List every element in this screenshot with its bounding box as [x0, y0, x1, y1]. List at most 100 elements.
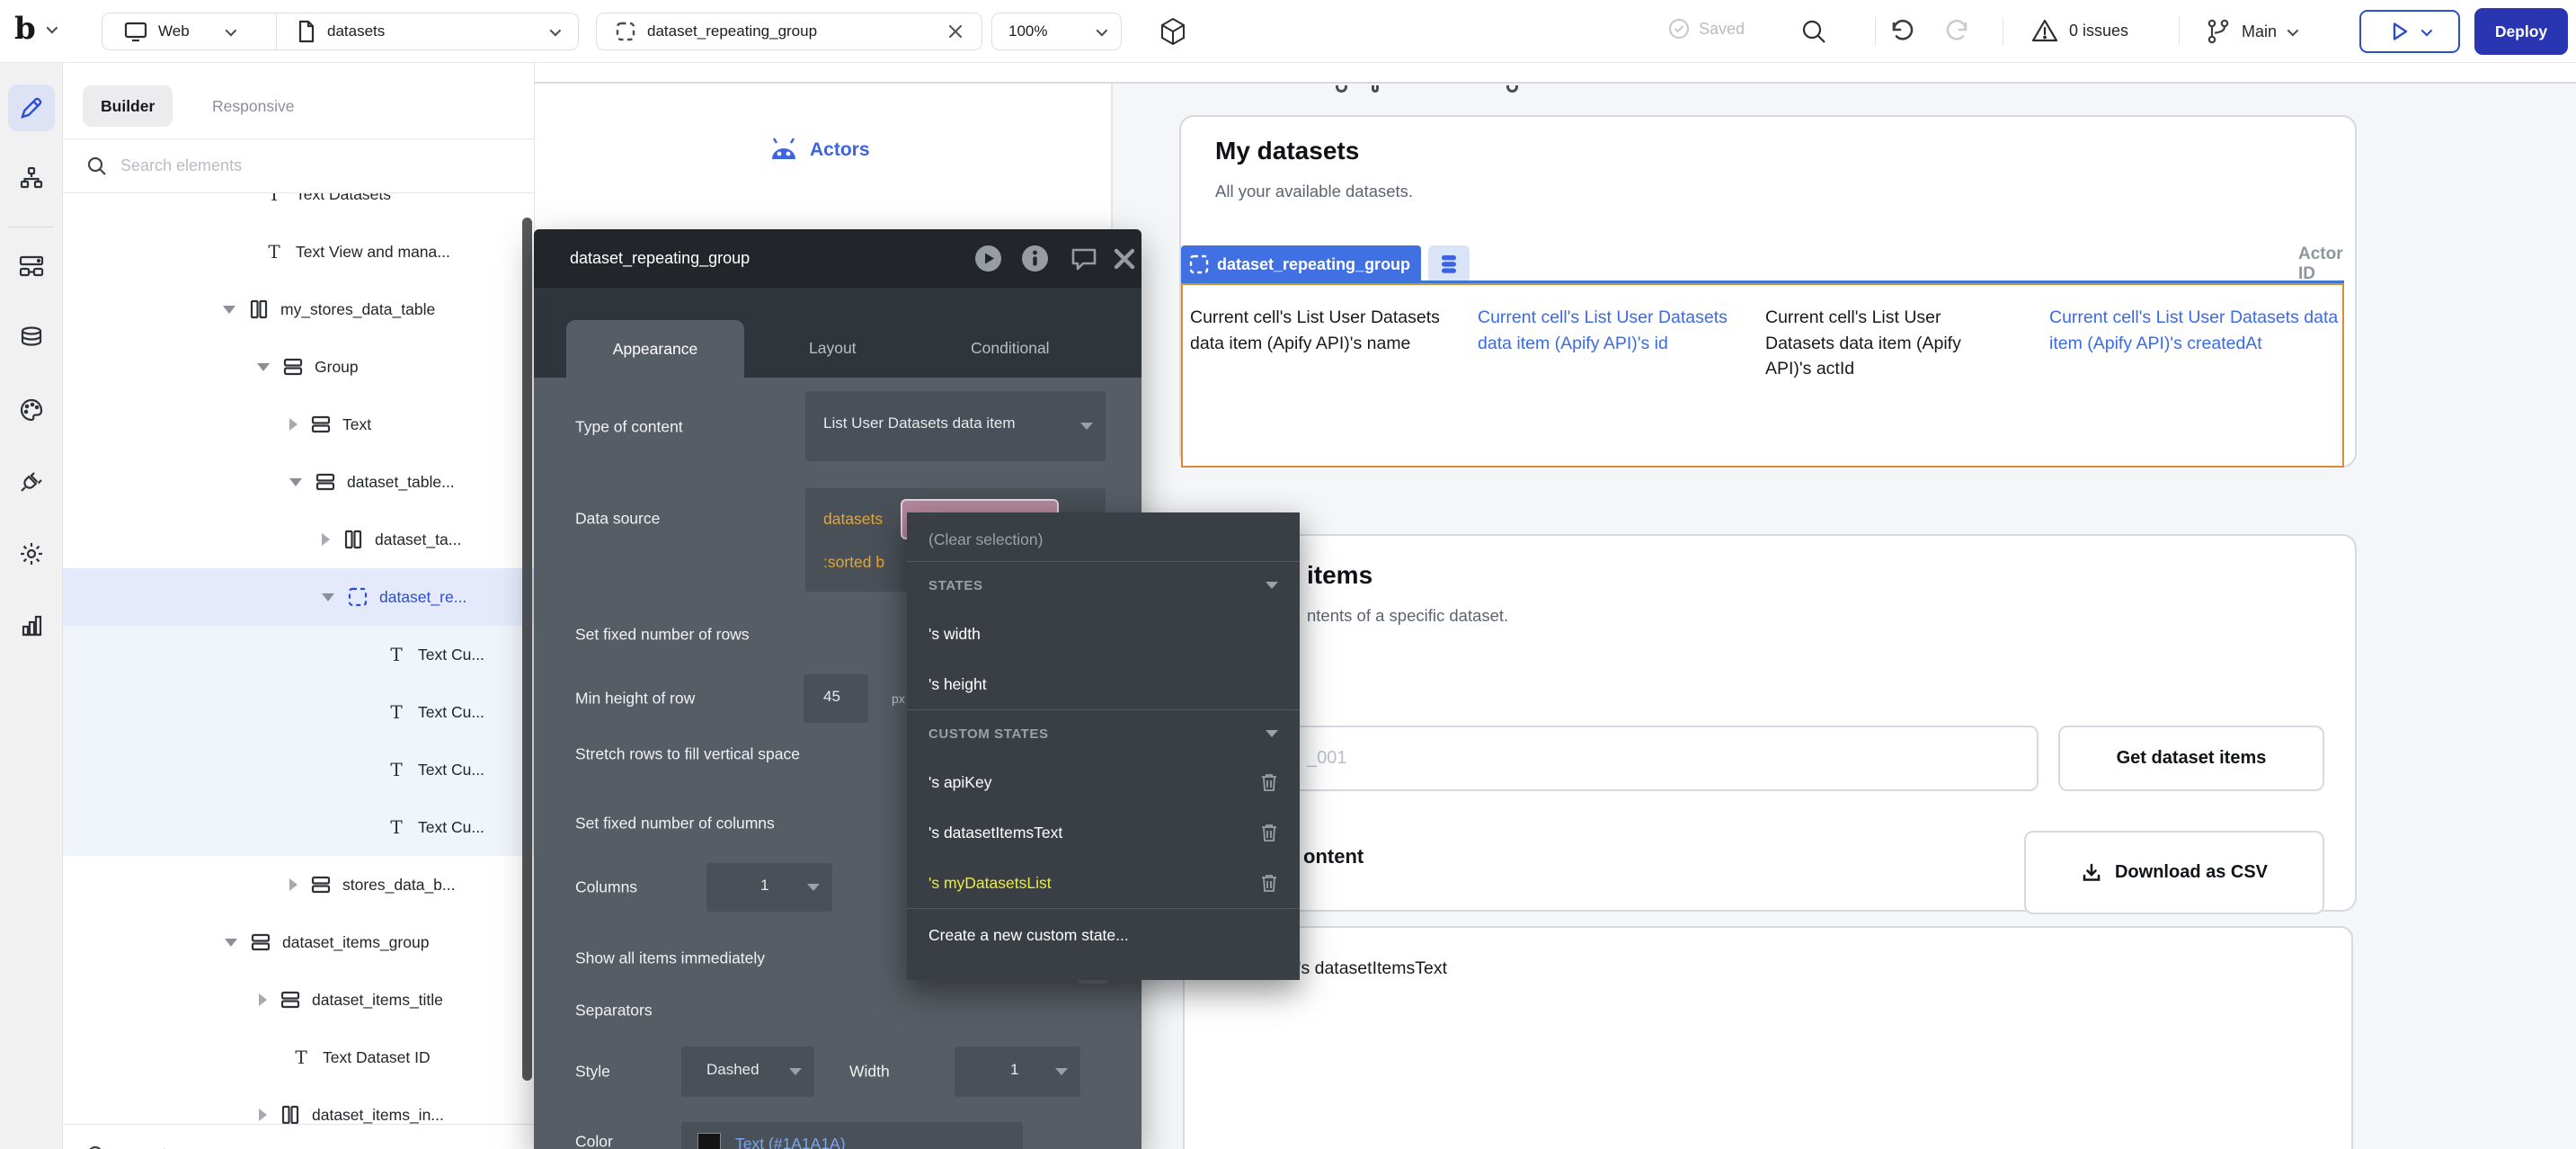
bubble-logo[interactable]: b — [14, 11, 55, 47]
caret-down-icon[interactable] — [289, 478, 302, 486]
redo-icon[interactable] — [1945, 18, 1972, 45]
tree-item-label: dataset_items_group — [282, 933, 429, 952]
menu-item-dataset-items-text[interactable]: 's datasetItemsText — [907, 807, 1300, 858]
menu-item-clear-selection[interactable]: (Clear selection) — [907, 518, 1300, 561]
tab-layout[interactable]: Layout — [809, 339, 857, 358]
undo-icon[interactable] — [1888, 18, 1914, 45]
branch-label: Main — [2242, 22, 2277, 41]
tree-item-text-current-2[interactable]: TText Cu... — [63, 683, 534, 741]
search-icon[interactable] — [1800, 18, 1827, 45]
columns-select[interactable]: 1 — [706, 863, 832, 912]
tree-item-text-dataset-id[interactable]: TText Dataset ID — [63, 1029, 534, 1086]
preview-play-icon[interactable] — [974, 245, 1002, 272]
branch-selector[interactable]: Main — [2206, 18, 2296, 45]
repeating-group-chip[interactable]: dataset_repeating_group — [1181, 245, 1421, 283]
color-value-link[interactable]: Text (#1A1A1A) — [735, 1135, 846, 1149]
caret-down-icon[interactable] — [322, 593, 334, 601]
text-element-icon: T — [385, 646, 408, 664]
zoom-control[interactable]: 100% — [991, 13, 1122, 50]
separator-style-select[interactable]: Dashed — [681, 1047, 814, 1097]
tree-item-dataset-table[interactable]: dataset_table... — [63, 453, 534, 511]
menu-item-apikey[interactable]: 's apiKey — [907, 757, 1300, 807]
menu-section-custom-states[interactable]: CUSTOM STATES — [907, 710, 1300, 757]
trash-icon[interactable] — [1260, 823, 1278, 842]
tree-item-group[interactable]: Group — [63, 338, 534, 396]
plugins-icon[interactable] — [8, 459, 55, 505]
search-assets-input[interactable] — [120, 1146, 417, 1149]
data-source-badge[interactable] — [1428, 245, 1470, 283]
tree-scrollbar[interactable] — [522, 218, 532, 1081]
menu-item-create-custom-state[interactable]: Create a new custom state... — [907, 909, 1300, 961]
tree-item-dataset-ta[interactable]: dataset_ta... — [63, 511, 534, 568]
group-element-icon — [314, 473, 337, 491]
tree-item-text-current-4[interactable]: TText Cu... — [63, 798, 534, 856]
tree-item-text-group[interactable]: Text — [63, 396, 534, 453]
info-icon[interactable] — [1021, 245, 1049, 272]
menu-item-label: 's width — [928, 625, 981, 644]
components-icon[interactable] — [8, 243, 55, 289]
clipped-text-fragment — [1372, 85, 1379, 93]
platform-dropdown[interactable]: Web — [102, 21, 276, 42]
sidebar-item-actors[interactable]: Actors — [769, 138, 870, 163]
design-pencil-icon[interactable] — [8, 85, 55, 131]
type-of-content-select[interactable]: List User Datasets data item — [805, 391, 1106, 461]
page-dropdown[interactable]: datasets — [277, 20, 578, 43]
styles-palette-icon[interactable] — [8, 387, 55, 433]
menu-item-my-datasets-list[interactable]: 's myDatasetsList — [907, 858, 1300, 908]
database-icon[interactable] — [8, 315, 55, 361]
tab-builder[interactable]: Builder — [83, 85, 173, 127]
tree-item-text-current-3[interactable]: TText Cu... — [63, 741, 534, 798]
close-tab-icon[interactable] — [947, 23, 964, 40]
menu-item-height[interactable]: 's height — [907, 659, 1300, 709]
caret-right-icon[interactable] — [322, 533, 330, 546]
tree-item-dataset-items-in[interactable]: dataset_items_in... — [63, 1086, 534, 1124]
open-element-tab[interactable]: dataset_repeating_group — [596, 13, 982, 50]
tab-responsive[interactable]: Responsive — [194, 85, 312, 127]
workflow-icon[interactable] — [8, 155, 55, 201]
separator-color-picker[interactable]: Text (#1A1A1A) — [681, 1122, 1023, 1149]
tab-appearance[interactable]: Appearance — [566, 320, 744, 378]
min-height-input[interactable]: 45 — [804, 674, 868, 723]
comment-bubble-icon[interactable] — [1070, 245, 1098, 272]
dataset-id-input[interactable]: _001 — [1210, 726, 2039, 791]
menu-section-states[interactable]: STATES — [907, 562, 1300, 609]
caret-down-icon[interactable] — [225, 939, 237, 947]
tree-item-text-datasets[interactable]: TText Datasets — [63, 193, 534, 223]
settings-gear-icon[interactable] — [8, 530, 55, 577]
color-swatch[interactable] — [697, 1133, 721, 1149]
tab-conditional[interactable]: Conditional — [971, 339, 1050, 358]
preview-run-button[interactable] — [2359, 10, 2460, 53]
get-dataset-items-button[interactable]: Get dataset items — [2058, 726, 2324, 791]
chevron-down-icon — [807, 884, 820, 891]
tree-item-text-current-1[interactable]: TText Cu... — [63, 626, 534, 683]
issues-indicator[interactable]: 0 issues — [2031, 18, 2128, 43]
section-label: CUSTOM STATES — [928, 726, 1049, 742]
caret-right-icon[interactable] — [259, 1109, 267, 1121]
trash-icon[interactable] — [1260, 772, 1278, 792]
caret-right-icon[interactable] — [289, 878, 298, 891]
tree-item-label: my_stores_data_table — [280, 300, 435, 319]
tree-item-text-view[interactable]: TText View and mana... — [63, 223, 534, 281]
component-cube-icon[interactable] — [1158, 16, 1188, 47]
download-csv-button[interactable]: Download as CSV — [2024, 831, 2324, 914]
caret-down-icon[interactable] — [223, 306, 235, 314]
search-elements-input[interactable] — [120, 156, 417, 175]
separator-width-select[interactable]: 1 — [955, 1047, 1080, 1097]
tree-item-dataset-repeating-group[interactable]: dataset_re... — [63, 568, 534, 626]
logs-chart-icon[interactable] — [8, 602, 55, 649]
tree-item-stores-data-b[interactable]: stores_data_b... — [63, 856, 534, 913]
caret-right-icon[interactable] — [259, 993, 267, 1006]
menu-item-width[interactable]: 's width — [907, 609, 1300, 659]
caret-down-icon[interactable] — [257, 363, 270, 371]
tree-item-dataset-items-title[interactable]: dataset_items_title — [63, 971, 534, 1029]
tree-item-dataset-items-group[interactable]: dataset_items_group — [63, 913, 534, 971]
deploy-button[interactable]: Deploy — [2474, 8, 2568, 55]
trash-icon[interactable] — [1260, 873, 1278, 893]
tree-item-my-stores-data-table[interactable]: my_stores_data_table — [63, 281, 534, 338]
close-icon[interactable] — [1113, 247, 1136, 271]
group-element-icon — [281, 358, 305, 376]
card-subtitle: All your available datasets. — [1215, 182, 1413, 201]
tree-item-label: Text Dataset ID — [323, 1048, 431, 1067]
caret-right-icon[interactable] — [289, 418, 298, 431]
repeating-group-cell[interactable]: Current cell's List User Datasets data i… — [1181, 283, 2344, 468]
